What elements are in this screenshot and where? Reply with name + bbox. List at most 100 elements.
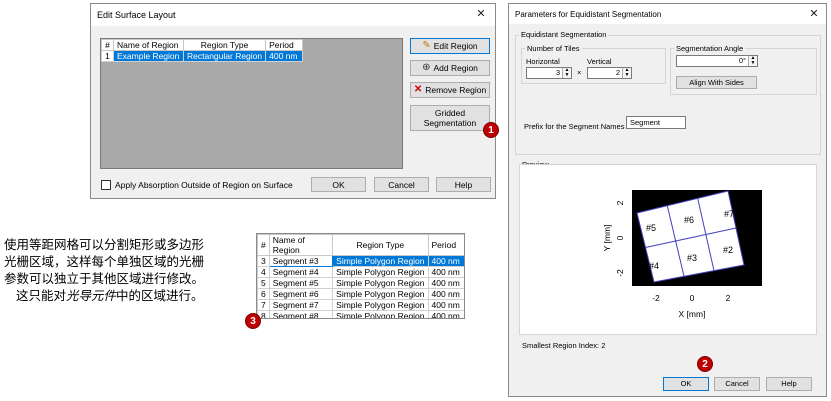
- column-header[interactable]: Region Type: [182, 39, 267, 51]
- segment-period-cell[interactable]: 400 nm: [427, 266, 464, 278]
- gridded-segmentation-button[interactable]: Gridded Segmentation: [410, 105, 490, 131]
- absorption-checkbox[interactable]: [101, 180, 111, 190]
- vertical-label: Vertical: [587, 57, 612, 66]
- align-with-sides-button[interactable]: Align With Sides: [676, 76, 757, 89]
- segment-period-cell[interactable]: 400 nm: [427, 288, 464, 300]
- segment-label: #5: [646, 223, 656, 233]
- add-region-button[interactable]: ⊕ Add Region: [410, 60, 490, 76]
- table-row[interactable]: 8 Segment #8 Simple Polygon Region 400 n…: [257, 310, 464, 318]
- segment-period-cell[interactable]: 400 nm: [427, 310, 464, 318]
- vertical-value: 2: [615, 68, 620, 77]
- help-button[interactable]: Help: [766, 377, 812, 391]
- region-type-cell[interactable]: Rectangular Region: [182, 50, 267, 62]
- segment-name-cell[interactable]: Segment #7: [268, 299, 334, 311]
- edit-region-label: Edit Region: [433, 41, 478, 51]
- segmentation-angle-stepper[interactable]: 0° ▲ ▼: [676, 55, 758, 67]
- dialog-titlebar: Parameters for Equidistant Segmentation …: [509, 4, 826, 24]
- segment-name-cell[interactable]: Segment #8: [268, 310, 334, 318]
- close-icon[interactable]: ✕: [806, 7, 822, 21]
- prefix-label: Prefix for the Segment Names: [524, 122, 625, 131]
- light-guide-text: 光导元件: [66, 288, 117, 303]
- pencil-icon: ✎: [422, 40, 431, 51]
- horizontal-value: 3: [555, 68, 560, 77]
- segment-name-cell[interactable]: Segment #3: [268, 255, 334, 267]
- ok-button[interactable]: OK: [311, 177, 366, 192]
- segments-table-panel: # Name of Region Region Type Period 3 Se…: [256, 233, 465, 319]
- x-tick-label: 0: [690, 293, 695, 303]
- segment-name-cell[interactable]: Segment #4: [268, 266, 334, 278]
- row-number: 3: [257, 255, 270, 267]
- edit-region-button[interactable]: ✎ Edit Region: [410, 38, 490, 54]
- segment-type-cell[interactable]: Simple Polygon Region: [332, 288, 429, 300]
- remove-region-label: Remove Region: [425, 85, 487, 95]
- column-header[interactable]: Region Type: [332, 234, 429, 256]
- add-icon: ⊕: [422, 62, 431, 73]
- y-tick-label: 2: [615, 200, 625, 205]
- description-line: 参数可以独立于其他区域进行修改。: [4, 271, 205, 286]
- cancel-button[interactable]: Cancel: [374, 177, 429, 192]
- preview-plot: #5 #6 #7 #4 #3 #2 -2 0 2 X [mm] 2 0 -2 Y…: [602, 190, 762, 319]
- remove-icon: ✕: [413, 84, 423, 95]
- help-button[interactable]: Help: [436, 177, 491, 192]
- table-row[interactable]: 3 Segment #3 Simple Polygon Region 400 n…: [257, 255, 464, 267]
- table-row[interactable]: 5 Segment #5 Simple Polygon Region 400 n…: [257, 277, 464, 289]
- segment-period-cell[interactable]: 400 nm: [427, 255, 464, 267]
- description-line: 这只能对光导元件中的区域进行。: [4, 287, 249, 304]
- smallest-region-index: Smallest Region Index: 2: [522, 341, 606, 350]
- description-line: 光栅区域，这样每个单独区域的光栅: [4, 254, 205, 269]
- vertical-stepper[interactable]: 2 ▲ ▼: [587, 67, 632, 79]
- add-region-label: Add Region: [433, 63, 478, 73]
- ok-button[interactable]: OK: [663, 377, 709, 391]
- row-number: 7: [257, 299, 270, 311]
- segment-label: #7: [724, 209, 734, 219]
- remove-region-button[interactable]: ✕ Remove Region: [410, 82, 490, 98]
- table-row[interactable]: 6 Segment #6 Simple Polygon Region 400 n…: [257, 288, 464, 300]
- row-number: 6: [257, 288, 270, 300]
- segmentation-angle-value: 0°: [738, 56, 746, 65]
- edit-surface-layout-dialog: Edit Surface Layout ✕ # Name of Region R…: [90, 3, 496, 199]
- column-header[interactable]: #: [257, 234, 270, 256]
- row-number: 5: [257, 277, 270, 289]
- column-header[interactable]: Period: [427, 234, 464, 256]
- segment-period-cell[interactable]: 400 nm: [427, 277, 464, 289]
- column-header[interactable]: #: [101, 39, 114, 51]
- segmentation-label: Segmentation: [423, 118, 477, 128]
- regions-table: # Name of Region Region Type Period 1 Ex…: [101, 39, 304, 62]
- region-name-cell[interactable]: Example Region: [113, 50, 184, 62]
- column-header[interactable]: Name of Region: [268, 234, 334, 256]
- step-badge-1: 1: [483, 122, 499, 138]
- segment-type-cell[interactable]: Simple Polygon Region: [332, 255, 429, 267]
- table-row[interactable]: 7 Segment #7 Simple Polygon Region 400 n…: [257, 299, 464, 311]
- region-period-cell[interactable]: 400 nm: [265, 50, 304, 62]
- y-tick-label: 0: [615, 235, 625, 240]
- segment-type-cell[interactable]: Simple Polygon Region: [332, 277, 429, 289]
- equidistant-segmentation-dialog: Parameters for Equidistant Segmentation …: [508, 3, 827, 397]
- segment-name-cell[interactable]: Segment #5: [268, 277, 334, 289]
- segment-type-cell[interactable]: Simple Polygon Region: [332, 310, 429, 318]
- column-header[interactable]: Period: [265, 39, 304, 51]
- segment-type-cell[interactable]: Simple Polygon Region: [332, 266, 429, 278]
- table-row[interactable]: 4 Segment #4 Simple Polygon Region 400 n…: [257, 266, 464, 278]
- segment-label: #6: [684, 215, 694, 225]
- description-line: 使用等距网格可以分割矩形或多边形: [4, 237, 205, 252]
- spin-arrows-icon[interactable]: ▲ ▼: [622, 68, 631, 78]
- segment-type-cell[interactable]: Simple Polygon Region: [332, 299, 429, 311]
- x-tick-label: 2: [726, 293, 731, 303]
- cancel-button[interactable]: Cancel: [714, 377, 760, 391]
- description-text-pre: 这只能对: [16, 288, 67, 303]
- spin-arrows-icon[interactable]: ▲ ▼: [562, 68, 571, 78]
- segments-table: # Name of Region Region Type Period 3 Se…: [257, 234, 464, 318]
- gridded-label: Gridded: [434, 108, 466, 118]
- y-axis-label: Y [mm]: [602, 225, 612, 252]
- column-header[interactable]: Name of Region: [113, 39, 184, 51]
- y-tick-label: -2: [615, 269, 625, 277]
- prefix-input[interactable]: Segment: [626, 116, 686, 129]
- segment-name-cell[interactable]: Segment #6: [268, 288, 334, 300]
- spin-arrows-icon[interactable]: ▲ ▼: [748, 56, 757, 66]
- table-row[interactable]: 1 Example Region Rectangular Region 400 …: [101, 50, 304, 62]
- segment-period-cell[interactable]: 400 nm: [427, 299, 464, 311]
- close-icon[interactable]: ✕: [473, 7, 489, 21]
- row-number: 1: [101, 50, 114, 62]
- x-tick-label: -2: [652, 293, 660, 303]
- horizontal-stepper[interactable]: 3 ▲ ▼: [526, 67, 572, 79]
